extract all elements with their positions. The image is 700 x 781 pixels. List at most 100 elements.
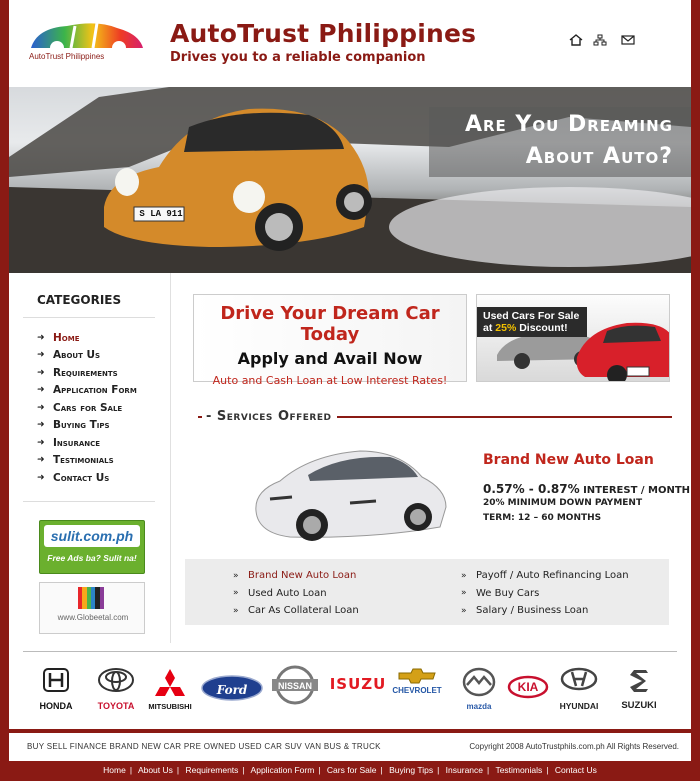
footer-copyright: Copyright 2008 AutoTrustphils.com.ph All… [469, 742, 679, 751]
mazda-logo-icon [462, 667, 496, 697]
arrow-icon: ➜ [37, 472, 45, 483]
service-item-we-buy-cars[interactable]: » We Buy Cars [461, 585, 629, 603]
brand-toyota[interactable]: TOYOTA [86, 661, 146, 711]
sitemap-icon[interactable] [593, 34, 607, 46]
brand-mazda[interactable]: mazda [449, 661, 509, 711]
bottom-nav-home[interactable]: Home [103, 765, 126, 775]
suzuki-logo-icon [630, 670, 648, 692]
used-cars-promo[interactable]: Used Cars For Sale at 25% Discount! [476, 294, 670, 382]
brand-hyundai[interactable]: HYUNDAI [549, 661, 609, 711]
sidebar-item-contact-us[interactable]: ➜ Contact Us [37, 469, 137, 487]
globeetal-name: www.Globeetal.com [57, 613, 129, 622]
site-tagline: Drives you to a reliable companion [170, 50, 426, 65]
sidebar: CATEGORIES ➜ Home ➜ About Us ➜ Requirements… [9, 273, 171, 643]
divider [23, 317, 155, 318]
services-heading: - Services Offered [198, 409, 672, 425]
arrow-icon: » [233, 605, 239, 616]
sulit-ad-banner[interactable]: sulit.com.ph Free Ads ba? Sulit na! [39, 520, 145, 574]
services-title: - Services Offered [202, 409, 338, 424]
home-icon[interactable] [569, 34, 583, 46]
divider [23, 651, 677, 652]
dream-car-promo[interactable]: Drive Your Dream Car Today Apply and Ava… [193, 294, 467, 387]
brand-nissan[interactable]: NISSAN [265, 661, 325, 711]
feature-title: Brand New Auto Loan [483, 452, 654, 468]
service-item-used-auto-loan[interactable]: » Used Auto Loan [233, 585, 359, 603]
bottom-nav-insurance[interactable]: Insurance [446, 765, 483, 775]
brand-honda[interactable]: HONDA [26, 661, 86, 711]
brand-suzuki[interactable]: SUZUKI [609, 661, 669, 711]
arrow-icon: ➜ [37, 420, 45, 431]
arrow-icon: ➜ [37, 367, 45, 378]
sidebar-item-home[interactable]: ➜ Home [37, 329, 137, 347]
category-list: ➜ Home ➜ About Us ➜ Requirements ➜ Applicati… [37, 329, 137, 487]
arrow-icon: » [233, 588, 239, 599]
honda-logo-icon [43, 668, 69, 692]
brand-chevrolet[interactable]: CHEVROLET [387, 661, 447, 711]
bottom-nav-testimonials[interactable]: Testimonials [495, 765, 542, 775]
bottom-nav-requirements[interactable]: Requirements [186, 765, 239, 775]
globeetal-ad-banner[interactable]: www.Globeetal.com [39, 582, 145, 634]
arrow-icon: ➜ [37, 350, 45, 361]
page: AutoTrust Philippines AutoTrust Philippi… [9, 0, 691, 729]
feature-down-payment: 20% MINIMUM DOWN PAYMENT [483, 498, 643, 508]
categories-title: CATEGORIES [37, 293, 122, 307]
service-item-brand-new-auto-loan[interactable]: » Brand New Auto Loan [233, 567, 359, 585]
services-list-box: » Brand New Auto Loan » Used Auto Loan » Ca… [185, 559, 669, 625]
car-brands-strip: HONDA TOYOTA MITSUBISHI Ford NISSAN ISUZ… [9, 651, 691, 729]
brand-isuzu[interactable]: ISUZU [321, 661, 395, 711]
hero-banner: S LA 911 Are You Dreaming About Auto? [9, 87, 691, 273]
service-item-salary-business-loan[interactable]: » Salary / Business Loan [461, 602, 629, 620]
logo-caption: AutoTrust Philippines [29, 52, 105, 61]
sidebar-item-requirements[interactable]: ➜ Requirements [37, 364, 137, 382]
service-item-payoff-refinancing[interactable]: » Payoff / Auto Refinancing Loan [461, 567, 629, 585]
hyundai-logo-icon [560, 667, 598, 691]
arrow-icon: » [233, 570, 239, 581]
sidebar-item-insurance[interactable]: ➜ Insurance [37, 434, 137, 452]
brand-ford[interactable]: Ford [200, 661, 264, 711]
banner-line-2: About Auto? [525, 144, 673, 169]
sulit-logo-text: sulit.com.ph [44, 525, 140, 547]
footer: BUY SELL FINANCE BRAND NEW CAR PRE OWNED… [9, 733, 691, 761]
mitsubishi-logo-icon [155, 669, 185, 696]
chevrolet-bowtie-icon [398, 668, 436, 684]
bottom-nav-application-form[interactable]: Application Form [251, 765, 315, 775]
services-list-right: » Payoff / Auto Refinancing Loan » We Buy … [461, 567, 629, 620]
arrow-icon: ➜ [37, 437, 45, 448]
arrow-icon: ➜ [37, 385, 45, 396]
bottom-nav-contact-us[interactable]: Contact Us [555, 765, 597, 775]
license-plate: S LA 911 [139, 209, 183, 219]
promo-headline: Drive Your Dream Car Today [220, 303, 440, 345]
sidebar-item-about-us[interactable]: ➜ About Us [37, 347, 137, 365]
bottom-nav-buying-tips[interactable]: Buying Tips [389, 765, 433, 775]
sidebar-item-testimonials[interactable]: ➜ Testimonials [37, 452, 137, 470]
divider [23, 501, 155, 502]
promo-caption: Auto and Cash Loan at Low Interest Rates… [212, 374, 448, 387]
header: AutoTrust Philippines AutoTrust Philippi… [9, 0, 691, 87]
new-car-image [255, 450, 447, 541]
discount-value: 25% [495, 322, 517, 334]
promo-subheadline: Apply and Avail Now [237, 349, 423, 368]
site-title: AutoTrust Philippines [170, 19, 477, 48]
sidebar-item-application-form[interactable]: ➜ Application Form [37, 382, 137, 400]
feature-rate: 0.57% - 0.87% INTEREST / MONTH [483, 482, 691, 496]
service-item-car-as-collateral-loan[interactable]: » Car As Collateral Loan [233, 602, 359, 620]
sidebar-item-cars-for-sale[interactable]: ➜ Cars for Sale [37, 399, 137, 417]
banner-headline: Are You Dreaming About Auto? [465, 109, 673, 173]
mail-icon[interactable] [621, 34, 635, 46]
arrow-icon: » [461, 570, 467, 581]
arrow-icon: » [461, 588, 467, 599]
arrow-icon: ➜ [37, 455, 45, 466]
arrow-icon: ➜ [37, 332, 45, 343]
bottom-nav-cars-for-sale[interactable]: Cars for Sale [327, 765, 377, 775]
arrow-icon: » [461, 605, 467, 616]
footer-keywords: BUY SELL FINANCE BRAND NEW CAR PRE OWNED… [27, 742, 381, 751]
bottom-nav-about-us[interactable]: About Us [138, 765, 173, 775]
sidebar-item-buying-tips[interactable]: ➜ Buying Tips [37, 417, 137, 435]
brand-kia[interactable]: KIA [505, 661, 551, 711]
toyota-logo-icon [98, 668, 134, 692]
main-content: Drive Your Dream Car Today Apply and Ava… [172, 273, 691, 643]
arrow-icon: ➜ [37, 402, 45, 413]
banner-line-1: Are You Dreaming [464, 112, 673, 137]
brand-mitsubishi[interactable]: MITSUBISHI [140, 661, 200, 711]
sulit-tagline: Free Ads ba? Sulit na! [47, 553, 137, 563]
